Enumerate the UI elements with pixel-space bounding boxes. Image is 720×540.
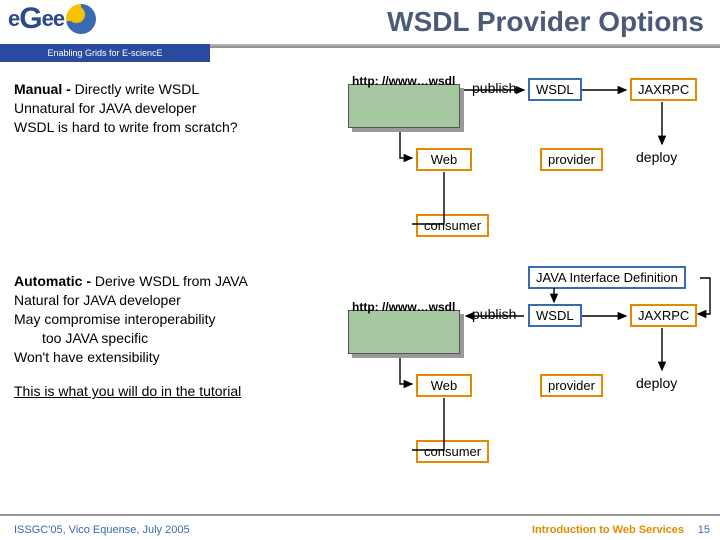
provider-box-1: provider bbox=[540, 148, 603, 171]
header-divider bbox=[210, 44, 720, 48]
manual-line2: Unnatural for JAVA developer bbox=[14, 99, 324, 118]
deploy-label-1: deploy bbox=[636, 149, 677, 165]
auto-line4: Won't have extensibility bbox=[14, 348, 334, 367]
web-box-1: Web bbox=[416, 148, 472, 171]
consumer-box-2: consumer bbox=[416, 440, 489, 463]
footer-right: Introduction to Web Services bbox=[532, 524, 684, 536]
java-iface-box: JAVA Interface Definition bbox=[528, 266, 686, 289]
auto-line3a: too JAVA specific bbox=[42, 329, 334, 348]
publish-label-1: publish bbox=[472, 80, 516, 96]
page-title: WSDL Provider Options bbox=[387, 6, 704, 38]
manual-section-text: Manual - Directly write WSDL Unnatural f… bbox=[14, 80, 324, 137]
logo: eGee bbox=[8, 2, 96, 36]
footer-page: 15 bbox=[698, 524, 710, 536]
wsdl-box-1: WSDL bbox=[528, 78, 582, 101]
slide-footer: ISSGC'05, Vico Equense, July 2005 Introd… bbox=[0, 514, 720, 540]
slide-header: eGee Enabling Grids for E-sciencE WSDL P… bbox=[0, 0, 720, 74]
doc-label-1: http: //www…wsdl bbox=[352, 74, 455, 88]
wsdl-box-2: WSDL bbox=[528, 304, 582, 327]
publish-label-2: publish bbox=[472, 306, 516, 322]
tutorial-note: This is what you will do in the tutorial bbox=[14, 382, 334, 401]
auto-line2: Natural for JAVA developer bbox=[14, 291, 334, 310]
logo-text: eGee bbox=[8, 2, 64, 36]
manual-line3: WSDL is hard to write from scratch? bbox=[14, 118, 324, 137]
web-box-2: Web bbox=[416, 374, 472, 397]
consumer-box-1: consumer bbox=[416, 214, 489, 237]
manual-heading: Manual - bbox=[14, 81, 75, 97]
provider-box-2: provider bbox=[540, 374, 603, 397]
auto-heading: Automatic - bbox=[14, 273, 95, 289]
doc-box-1 bbox=[348, 84, 460, 128]
doc-box-2 bbox=[348, 310, 460, 354]
slide-content: Manual - Directly write WSDL Unnatural f… bbox=[0, 74, 720, 512]
logo-swirl-icon bbox=[66, 4, 96, 34]
automatic-section-text: Automatic - Derive WSDL from JAVA Natura… bbox=[14, 272, 334, 401]
deploy-label-2: deploy bbox=[636, 375, 677, 391]
auto-line1: Derive WSDL from JAVA bbox=[95, 273, 248, 289]
jaxrpc-box-2: JAXRPC bbox=[630, 304, 697, 327]
manual-line1: Directly write WSDL bbox=[75, 81, 199, 97]
auto-line3: May compromise interoperability bbox=[14, 310, 334, 329]
logo-tagline: Enabling Grids for E-sciencE bbox=[0, 44, 210, 62]
doc-label-2: http: //www…wsdl bbox=[352, 300, 455, 314]
footer-left: ISSGC'05, Vico Equense, July 2005 bbox=[14, 524, 190, 536]
jaxrpc-box-1: JAXRPC bbox=[630, 78, 697, 101]
